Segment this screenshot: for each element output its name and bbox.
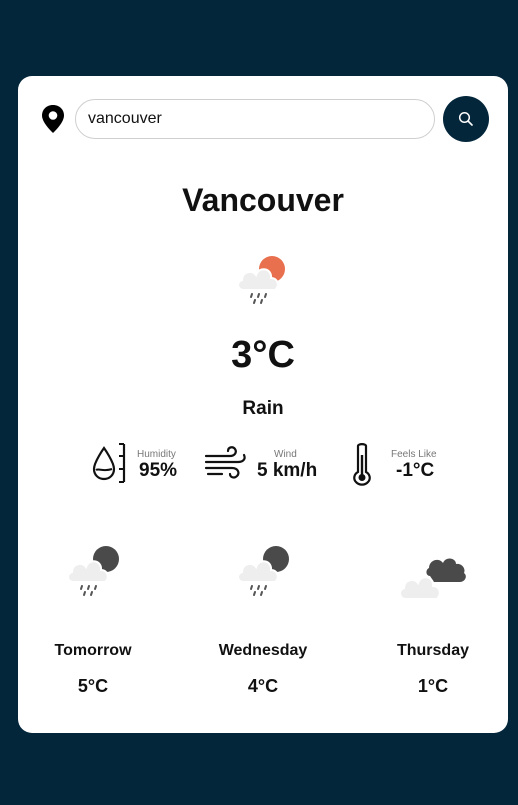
search-bar	[38, 96, 489, 142]
wind-value: 5 km/h	[257, 460, 318, 481]
weather-card: Vancouver 3°C Rain Humidity 95%	[18, 76, 508, 733]
wind-stat: Wind 5 km/h	[204, 442, 334, 486]
forecast-day-2: Wednesday	[218, 642, 308, 659]
humidity-stat: Humidity 95%	[90, 442, 190, 486]
rain-cloud-moon-icon	[237, 546, 289, 596]
rain-cloud-sun-icon	[237, 256, 285, 304]
wind-label: Wind	[274, 449, 297, 460]
feels-like-label: Feels Like	[391, 449, 437, 460]
feels-like-value: -1°C	[396, 460, 435, 481]
search-input[interactable]	[75, 99, 435, 139]
rain-cloud-moon-icon	[67, 546, 119, 596]
current-temperature: 3°C	[231, 334, 295, 376]
humidity-label: Humidity	[137, 449, 176, 460]
forecast-day-3: Thursday	[396, 642, 469, 659]
search-icon	[458, 111, 473, 126]
forecast-day-1: Tomorrow	[54, 642, 132, 659]
forecast-temp-2: 4°C	[247, 676, 279, 696]
weather-condition: Rain	[242, 398, 284, 419]
thermometer-icon	[353, 443, 371, 486]
forecast-temp-1: 5°C	[77, 676, 109, 696]
wind-icon	[204, 446, 246, 479]
humidity-icon	[92, 443, 126, 483]
city-name: Vancouver	[182, 182, 344, 218]
search-button[interactable]	[443, 96, 489, 142]
forecast-temp-3: 1°C	[417, 676, 449, 696]
cloudy-icon	[399, 558, 466, 600]
feels-like-stat: Feels Like -1°C	[350, 442, 460, 486]
humidity-value: 95%	[139, 460, 178, 481]
location-pin-icon	[42, 105, 64, 133]
